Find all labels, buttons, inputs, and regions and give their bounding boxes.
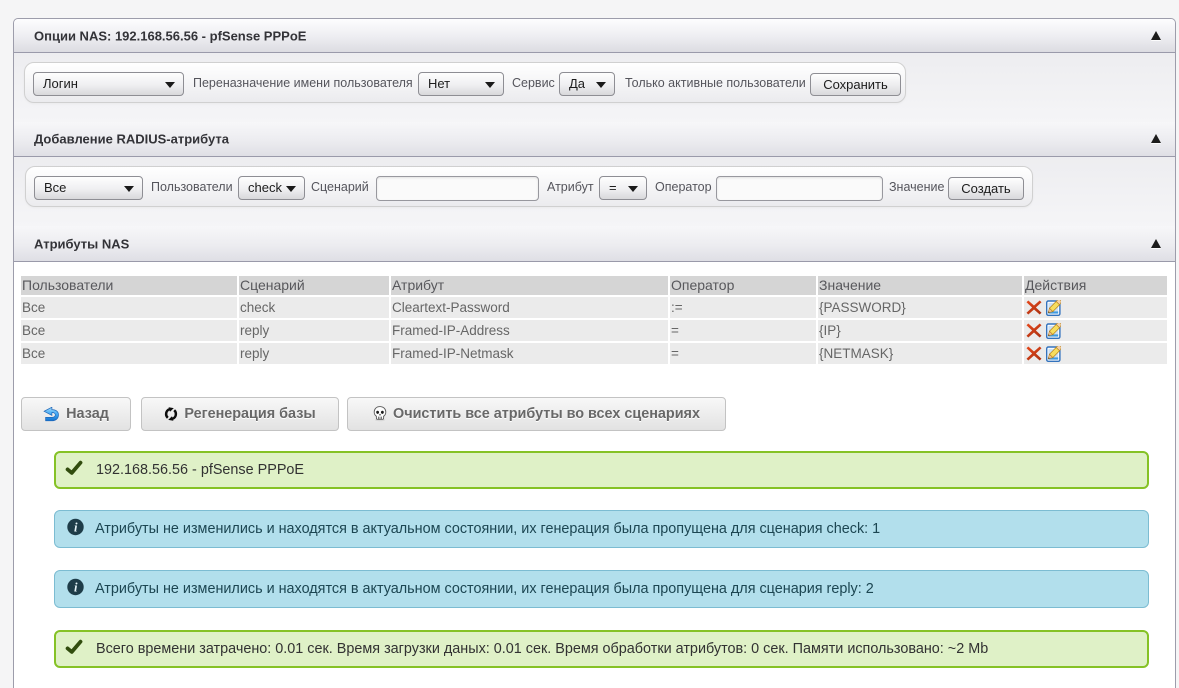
svg-text:i: i (74, 581, 78, 595)
svg-text:i: i (74, 521, 78, 535)
